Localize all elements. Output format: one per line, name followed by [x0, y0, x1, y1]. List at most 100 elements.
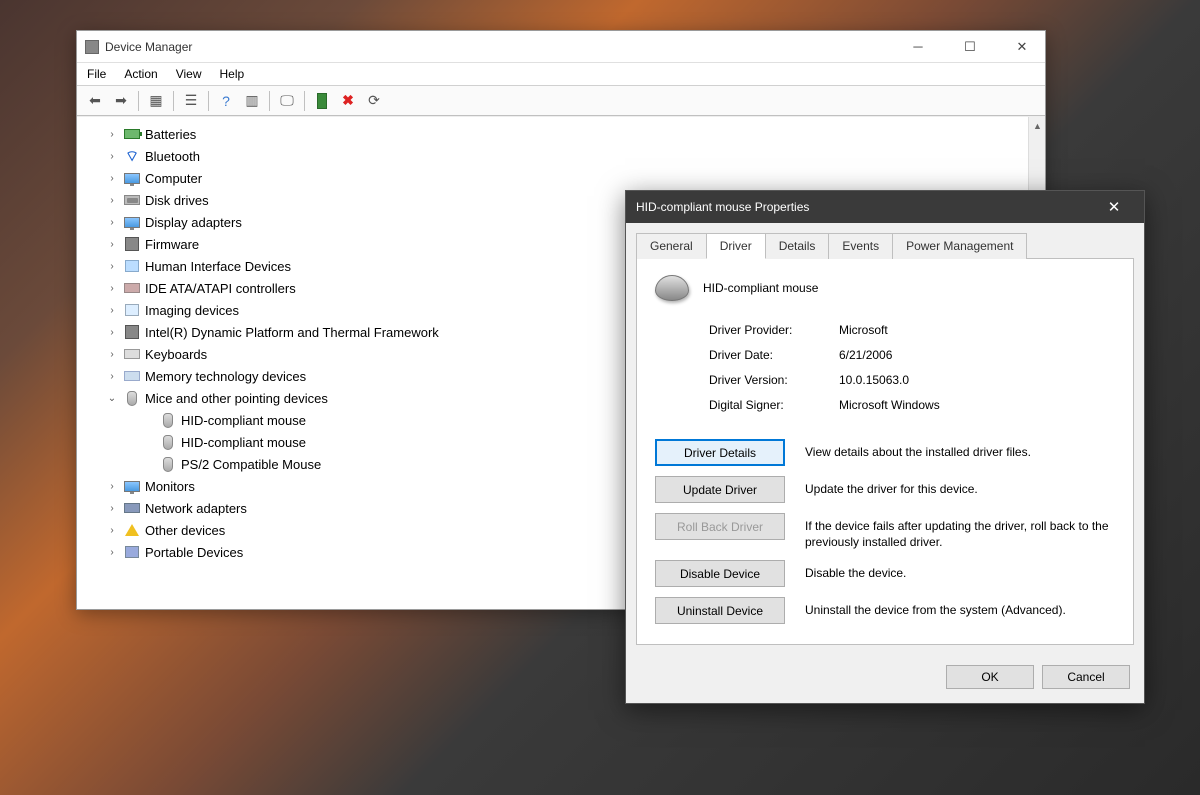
chevron-icon[interactable]: › — [105, 151, 119, 162]
show-hide-tree-button[interactable]: ▦ — [144, 89, 168, 113]
chevron-icon[interactable]: › — [105, 305, 119, 316]
properties-toolbar-button[interactable]: ☰ — [179, 89, 203, 113]
chevron-icon[interactable]: › — [105, 371, 119, 382]
chevron-icon[interactable]: › — [105, 503, 119, 514]
tab-events[interactable]: Events — [828, 233, 893, 259]
chevron-icon[interactable]: › — [105, 283, 119, 294]
warn-icon — [125, 524, 139, 536]
tree-item-label: Human Interface Devices — [145, 259, 291, 274]
tab-general[interactable]: General — [636, 233, 707, 259]
menu-view[interactable]: View — [176, 67, 202, 81]
chevron-icon[interactable]: › — [105, 327, 119, 338]
uninstall-device-toolbar-button[interactable]: ✖ — [336, 89, 360, 113]
menu-file[interactable]: File — [87, 67, 106, 81]
disable-device-button[interactable]: Disable Device — [655, 560, 785, 587]
menu-help[interactable]: Help — [220, 67, 245, 81]
tree-item-label: Disk drives — [145, 193, 209, 208]
uninstall-device-button[interactable]: Uninstall Device — [655, 597, 785, 624]
enable-device-toolbar-button[interactable] — [310, 89, 334, 113]
tree-item-label: Bluetooth — [145, 149, 200, 164]
chevron-icon[interactable]: › — [105, 239, 119, 250]
driver-provider-label: Driver Provider: — [709, 323, 839, 337]
tree-item-label: IDE ATA/ATAPI controllers — [145, 281, 296, 296]
mouse-icon — [163, 457, 173, 472]
cam-icon — [125, 304, 139, 316]
forward-button[interactable]: ➡ — [109, 89, 133, 113]
update-driver-desc: Update the driver for this device. — [805, 476, 1115, 497]
monitor-icon — [124, 481, 140, 492]
mouse-icon — [163, 435, 173, 450]
update-driver-toolbar-button[interactable]: 🖵 — [275, 89, 299, 113]
tree-item-label: Display adapters — [145, 215, 242, 230]
minimize-button[interactable]: ─ — [895, 31, 941, 63]
chevron-icon[interactable]: › — [105, 547, 119, 558]
cancel-button[interactable]: Cancel — [1042, 665, 1130, 689]
mouse-icon — [163, 413, 173, 428]
chip-icon — [125, 325, 139, 339]
driver-details-desc: View details about the installed driver … — [805, 439, 1115, 460]
monitor-icon — [124, 217, 140, 228]
tree-item-label: Other devices — [145, 523, 225, 538]
close-button[interactable]: ✕ — [999, 31, 1045, 63]
titlebar: Device Manager ─ ☐ ✕ — [77, 31, 1045, 63]
back-button[interactable]: ⬅ — [83, 89, 107, 113]
chevron-icon[interactable]: › — [105, 217, 119, 228]
tree-item-label: Imaging devices — [145, 303, 239, 318]
help-toolbar-button[interactable]: ? — [214, 89, 238, 113]
tree-item[interactable]: › Computer — [87, 167, 1024, 189]
tree-item-label: PS/2 Compatible Mouse — [181, 457, 321, 472]
chevron-icon[interactable]: › — [105, 173, 119, 184]
tab-driver[interactable]: Driver — [706, 233, 766, 259]
nic-icon — [124, 503, 140, 513]
scroll-up-icon[interactable]: ▲ — [1029, 117, 1046, 134]
chevron-icon[interactable]: ⌄ — [105, 393, 119, 404]
update-driver-button[interactable]: Update Driver — [655, 476, 785, 503]
monitor-icon — [124, 173, 140, 184]
scan-for-changes-button[interactable]: ⟳ — [362, 89, 386, 113]
driver-version-value: 10.0.15063.0 — [839, 373, 909, 387]
tree-item-label: HID-compliant mouse — [181, 413, 306, 428]
chip-icon — [125, 237, 139, 251]
chevron-icon[interactable]: › — [105, 195, 119, 206]
mem-icon — [124, 371, 140, 381]
menu-action[interactable]: Action — [124, 67, 157, 81]
dialog-footer: OK Cancel — [626, 655, 1144, 703]
tree-item-label: Intel(R) Dynamic Platform and Thermal Fr… — [145, 325, 439, 340]
ide-icon — [124, 283, 140, 293]
tree-item-label: Keyboards — [145, 347, 207, 362]
tree-item-label: Firmware — [145, 237, 199, 252]
tab-power-management[interactable]: Power Management — [892, 233, 1027, 259]
maximize-button[interactable]: ☐ — [947, 31, 993, 63]
driver-details-button[interactable]: Driver Details — [655, 439, 785, 466]
tree-item[interactable]: › ⌔ Bluetooth — [87, 145, 1024, 167]
tree-item-label: Mice and other pointing devices — [145, 391, 328, 406]
menubar: File Action View Help — [77, 63, 1045, 86]
scan-hardware-button[interactable]: ▥ — [240, 89, 264, 113]
driver-date-value: 6/21/2006 — [839, 348, 892, 362]
chevron-icon[interactable]: › — [105, 261, 119, 272]
disk-icon — [124, 195, 140, 205]
dialog-title: HID-compliant mouse Properties — [636, 200, 809, 214]
battery-icon — [124, 129, 140, 139]
tree-item-label: Memory technology devices — [145, 369, 306, 384]
tab-details[interactable]: Details — [765, 233, 830, 259]
chevron-icon[interactable]: › — [105, 129, 119, 140]
chevron-icon[interactable]: › — [105, 525, 119, 536]
tab-strip: General Driver Details Events Power Mana… — [626, 223, 1144, 259]
chevron-icon[interactable]: › — [105, 349, 119, 360]
tree-item-label: Batteries — [145, 127, 196, 142]
tree-item-label: HID-compliant mouse — [181, 435, 306, 450]
mouse-icon — [127, 391, 137, 406]
disable-device-desc: Disable the device. — [805, 560, 1115, 581]
tree-item[interactable]: › Batteries — [87, 123, 1024, 145]
driver-provider-value: Microsoft — [839, 323, 888, 337]
ok-button[interactable]: OK — [946, 665, 1034, 689]
tree-item-label: Portable Devices — [145, 545, 243, 560]
tree-item-label: Monitors — [145, 479, 195, 494]
chevron-icon[interactable]: › — [105, 481, 119, 492]
dialog-close-button[interactable]: ✕ — [1094, 191, 1134, 223]
device-manager-icon — [85, 40, 99, 54]
bluetooth-icon: ⌔ — [125, 147, 139, 166]
roll-back-driver-desc: If the device fails after updating the d… — [805, 513, 1115, 550]
tree-item-label: Computer — [145, 171, 202, 186]
